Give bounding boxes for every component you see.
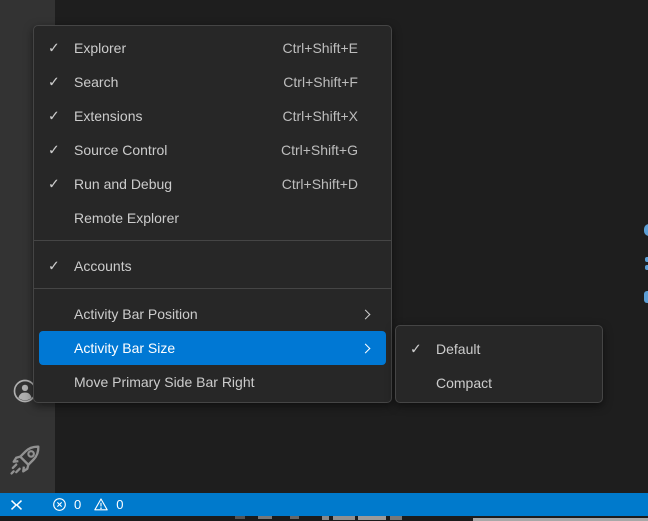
menu-item-label: Source Control [74, 142, 168, 158]
menu-item-label: Extensions [74, 108, 143, 124]
checkmark-icon: ✓ [48, 39, 60, 56]
clipped-bottom-strip [0, 516, 648, 521]
clipped-code-fragment [644, 291, 648, 303]
clipped-text-artifact [235, 516, 245, 519]
menu-item-label: Accounts [74, 258, 132, 274]
errors-icon [53, 498, 66, 511]
menu-item-label: Compact [436, 375, 493, 391]
menu-item-label: Move Primary Side Bar Right [74, 374, 255, 390]
rocket-icon[interactable] [9, 442, 43, 476]
menu-item-shortcut: Ctrl+Shift+F [283, 74, 358, 90]
menu-item-label: Search [74, 74, 119, 90]
activity-bar-size-submenu: ✓ Default Compact [395, 325, 603, 403]
clipped-text-artifact [358, 516, 386, 520]
submenu-arrow-icon [360, 309, 371, 319]
menu-item-run-and-debug[interactable]: ✓ Run and Debug Ctrl+Shift+D [39, 167, 386, 201]
menu-item-compact[interactable]: Compact [401, 366, 597, 400]
menu-item-default[interactable]: ✓ Default [401, 332, 597, 366]
status-bar: 0 0 [0, 493, 648, 516]
menu-item-extensions[interactable]: ✓ Extensions Ctrl+Shift+X [39, 99, 386, 133]
clipped-text-artifact [290, 516, 299, 519]
clipped-text-artifact [258, 516, 272, 519]
view-context-menu: ✓ Explorer Ctrl+Shift+E ✓ Search Ctrl+Shift+F… [33, 25, 392, 403]
checkmark-icon: ✓ [48, 257, 60, 274]
menu-item-label: Default [436, 341, 481, 357]
menu-item-label: Run and Debug [74, 176, 173, 192]
menu-item-remote-explorer[interactable]: Remote Explorer [39, 201, 386, 235]
menu-item-explorer[interactable]: ✓ Explorer Ctrl+Shift+E [39, 31, 386, 65]
menu-item-source-control[interactable]: ✓ Source Control Ctrl+Shift+G [39, 133, 386, 167]
menu-item-shortcut: Ctrl+Shift+G [280, 142, 358, 158]
menu-separator [34, 240, 391, 241]
remote-indicator[interactable] [0, 493, 32, 516]
menu-item-search[interactable]: ✓ Search Ctrl+Shift+F [39, 65, 386, 99]
clipped-text-artifact [390, 516, 402, 520]
menu-item-label: Explorer [74, 40, 127, 56]
remote-icon [10, 499, 23, 510]
menu-item-label: Activity Bar Position [74, 306, 198, 322]
menu-item-activity-bar-size[interactable]: Activity Bar Size [39, 331, 386, 365]
clipped-text-artifact [322, 516, 329, 520]
menu-item-shortcut: Ctrl+Shift+E [282, 40, 358, 56]
menu-item-shortcut: Ctrl+Shift+X [282, 108, 358, 124]
menu-item-accounts[interactable]: ✓ Accounts [39, 249, 386, 283]
menu-item-activity-bar-position[interactable]: Activity Bar Position [39, 297, 386, 331]
warnings-icon [94, 498, 108, 511]
menu-item-label: Remote Explorer [74, 210, 180, 226]
menu-separator [34, 288, 391, 289]
problems-status[interactable]: 0 0 [46, 493, 137, 516]
clipped-code-fragment [644, 224, 648, 236]
checkmark-icon: ✓ [410, 340, 422, 357]
warning-count: 0 [116, 497, 124, 512]
checkmark-icon: ✓ [48, 107, 60, 124]
error-count: 0 [74, 497, 82, 512]
checkmark-icon: ✓ [48, 175, 60, 192]
checkmark-icon: ✓ [48, 73, 60, 90]
menu-item-move-primary-side-bar-right[interactable]: Move Primary Side Bar Right [39, 365, 386, 399]
checkmark-icon: ✓ [48, 141, 60, 158]
submenu-arrow-icon [360, 343, 371, 353]
clipped-text-artifact [333, 516, 355, 520]
menu-item-shortcut: Ctrl+Shift+D [281, 176, 358, 192]
menu-item-label: Activity Bar Size [74, 340, 176, 356]
vscode-window: ✓ Explorer Ctrl+Shift+E ✓ Search Ctrl+Shift+F… [0, 0, 648, 521]
